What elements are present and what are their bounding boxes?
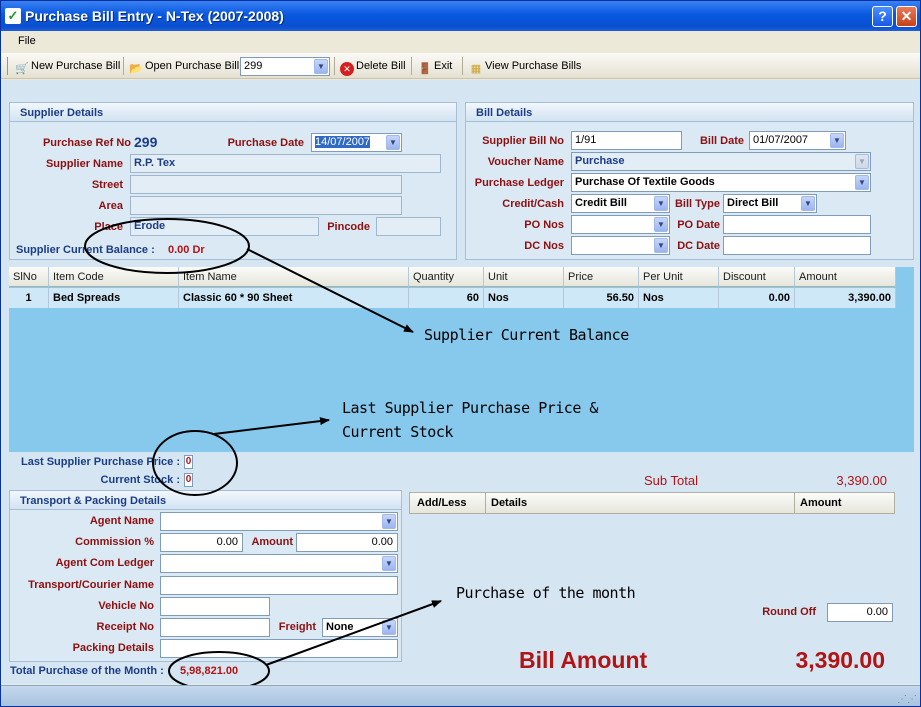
price-stock-annotation-ellipse: [152, 430, 238, 496]
annotation-month-text: Purchase of the month: [456, 584, 636, 602]
purchase-bill-window: ✓ Purchase Bill Entry - N-Tex (2007-2008…: [0, 0, 921, 707]
balance-annotation-ellipse: [84, 218, 250, 274]
status-bar: ⋰⋰: [1, 685, 920, 706]
annotation-price-stock-text-2: Current Stock: [342, 423, 453, 441]
annotation-balance-text: Supplier Current Balance: [424, 326, 629, 344]
month-annotation-arrow: [265, 600, 442, 666]
price-stock-annotation-arrow: [213, 417, 330, 435]
resize-grip-icon[interactable]: ⋰⋰: [897, 694, 917, 705]
annotation-price-stock-text-1: Last Supplier Purchase Price &: [342, 399, 598, 417]
balance-annotation-arrow: [246, 248, 414, 333]
